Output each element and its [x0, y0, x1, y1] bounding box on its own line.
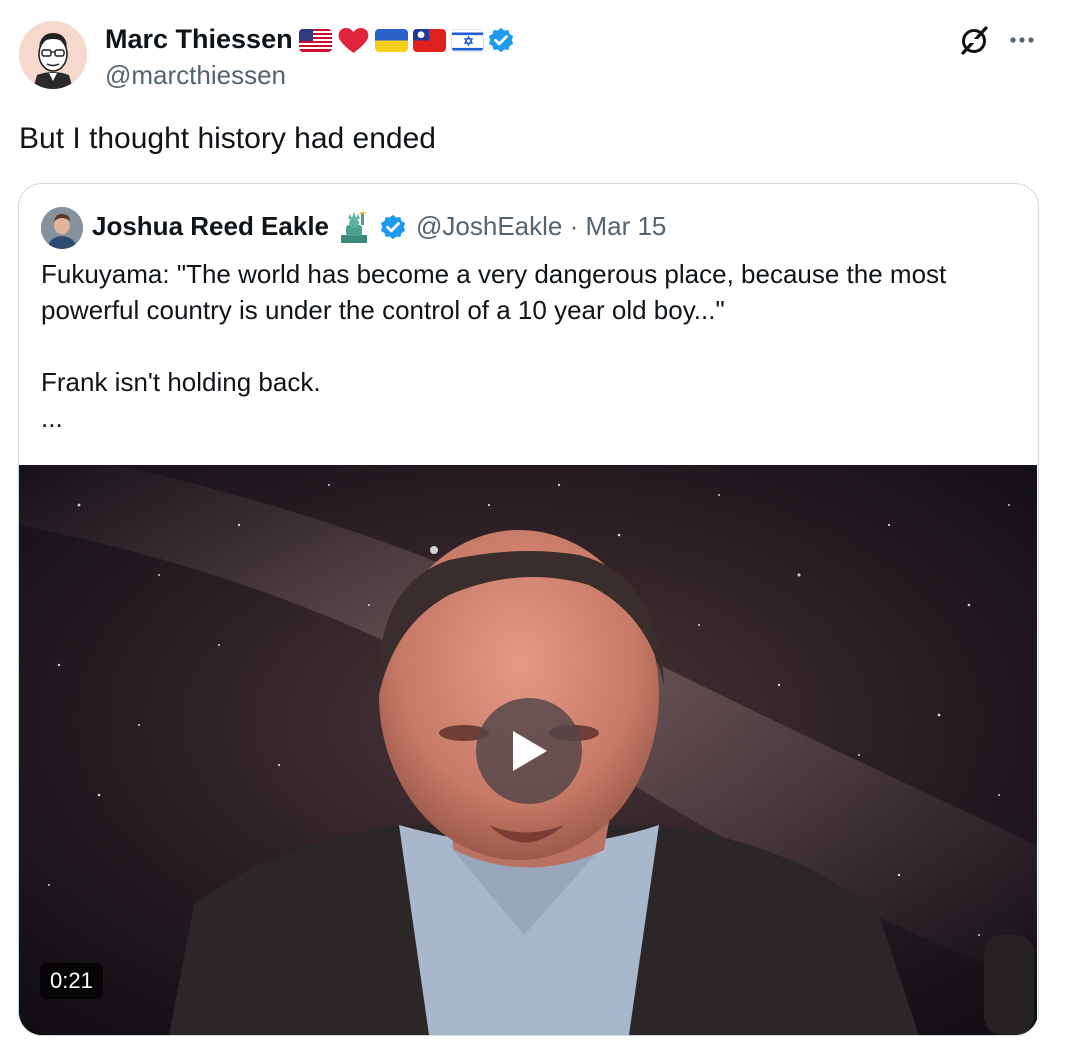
quoted-handle-date[interactable]: @JoshEakle · Mar 15: [416, 209, 666, 243]
quoted-text-line: [41, 328, 1031, 364]
israel-flag-icon: [451, 28, 484, 52]
verified-badge-icon[interactable]: [486, 26, 516, 56]
video-duration: 0:21: [40, 963, 103, 999]
author-name[interactable]: Marc Thiessen: [105, 22, 293, 56]
quoted-text-line: powerful country is under the control of…: [41, 295, 725, 325]
play-icon: [513, 731, 547, 771]
red-heart-icon: [337, 26, 370, 54]
quoted-text-line: Frank isn't holding back.: [41, 367, 321, 397]
video-player[interactable]: 0:21: [19, 465, 1037, 1035]
play-button[interactable]: [476, 698, 582, 804]
profile-badges: [299, 26, 484, 54]
quoted-text-line: Fukuyama: "The world has become a very d…: [41, 259, 947, 289]
ukraine-flag-icon: [375, 28, 408, 52]
statue-of-liberty-icon: [337, 211, 371, 243]
post-text: But I thought history had ended: [19, 122, 436, 155]
author-avatar[interactable]: [19, 21, 87, 89]
quoted-post[interactable]: Joshua Reed Eakle @JoshEakle · Mar 15 Fu…: [18, 183, 1039, 1036]
author-handle[interactable]: @marcthiessen: [105, 59, 286, 91]
quoted-text-line: ...: [41, 403, 63, 433]
quoted-text: Fukuyama: "The world has become a very d…: [41, 256, 1031, 436]
grok-icon[interactable]: [955, 22, 993, 60]
quoted-author-name[interactable]: Joshua Reed Eakle: [92, 209, 329, 243]
post-card: Marc Thiessen @marcthiessen But I though…: [0, 0, 1074, 1064]
quoted-verified-badge-icon[interactable]: [378, 213, 408, 243]
quoted-author-avatar[interactable]: [41, 207, 83, 249]
more-options-icon[interactable]: [1004, 24, 1040, 56]
us-flag-icon: [299, 28, 332, 52]
taiwan-flag-icon: [413, 28, 446, 52]
